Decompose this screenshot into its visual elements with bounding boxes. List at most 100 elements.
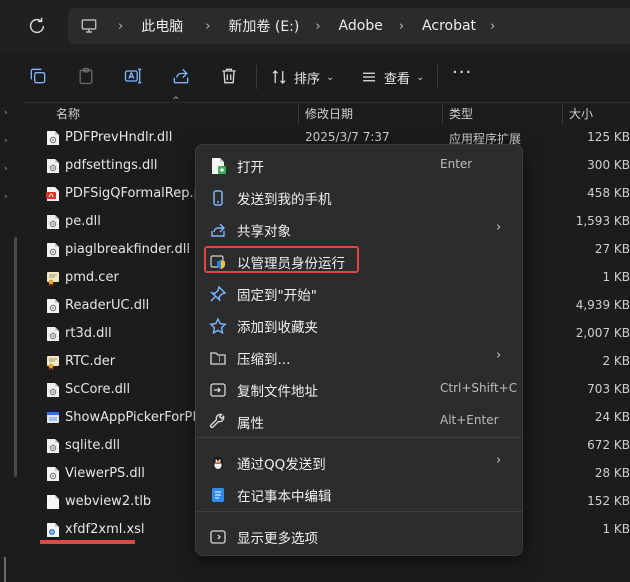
menu-item-label: 共享对象 bbox=[237, 224, 291, 240]
file-name: rt3d.dll bbox=[65, 326, 112, 341]
app-file-icon bbox=[46, 410, 60, 426]
menu-item-label: 添加到收藏夹 bbox=[237, 320, 318, 336]
dll-file-icon bbox=[46, 438, 60, 454]
dll-file-icon bbox=[46, 382, 60, 398]
address-bar[interactable]: › 此电脑 › 新加卷 (E:) › Adobe › Acrobat › bbox=[68, 8, 630, 44]
chevron-right-icon: › bbox=[496, 348, 502, 363]
menu-item-label: 固定到"开始" bbox=[237, 288, 317, 304]
star-icon bbox=[209, 317, 227, 335]
tlb-file-icon bbox=[46, 494, 60, 510]
column-date[interactable]: 修改日期 bbox=[305, 105, 353, 122]
menu-item-label: 通过QQ发送到 bbox=[237, 457, 326, 473]
file-name: RTC.der bbox=[65, 354, 116, 369]
view-button[interactable]: 查看 ⌄ bbox=[360, 66, 424, 88]
selection-underline-marker bbox=[40, 540, 135, 544]
refresh-icon[interactable] bbox=[26, 15, 48, 37]
column-divider[interactable] bbox=[442, 102, 443, 124]
menu-item-properties[interactable]: 属性 Alt+Enter bbox=[196, 405, 522, 437]
column-header: ^ 名称 修改日期 类型 大小 bbox=[22, 96, 630, 124]
toolbar-divider bbox=[256, 65, 257, 89]
chevron-right-icon[interactable]: › bbox=[4, 192, 8, 202]
chevron-right-icon[interactable]: › bbox=[315, 19, 320, 34]
rename-icon[interactable] bbox=[123, 66, 143, 86]
dll-file-icon bbox=[46, 326, 60, 342]
menu-item-shortcut: Ctrl+Shift+C bbox=[440, 381, 518, 395]
menu-item-shortcut: Enter bbox=[440, 157, 473, 171]
menu-item-label: 以管理员身份运行 bbox=[237, 256, 345, 272]
file-size: 27 KB bbox=[594, 242, 630, 256]
context-menu: 打开 Enter 发送到我的手机 共享对象 › 以管理员身份运行 固定到"开始" 添加到收藏夹… bbox=[195, 144, 523, 556]
chevron-right-icon[interactable]: › bbox=[205, 19, 210, 34]
share-icon bbox=[209, 221, 227, 239]
nav-selection-indicator bbox=[4, 557, 6, 582]
menu-item-pin-to-start[interactable]: 固定到"开始" bbox=[196, 277, 522, 309]
menu-separator bbox=[196, 511, 522, 512]
file-name: ReaderUC.dll bbox=[65, 298, 150, 313]
wrench-icon bbox=[209, 413, 227, 431]
more-options-button[interactable]: ··· bbox=[452, 62, 472, 83]
chevron-right-icon: › bbox=[496, 220, 502, 235]
file-size: 1,593 KB bbox=[575, 214, 630, 228]
navigation-pane: › › › › bbox=[0, 102, 22, 582]
column-name[interactable]: 名称 bbox=[56, 105, 80, 122]
dll-file-icon bbox=[46, 130, 60, 146]
column-type[interactable]: 类型 bbox=[449, 105, 473, 122]
copy-icon[interactable] bbox=[28, 66, 48, 86]
open-file-icon bbox=[209, 157, 227, 175]
paste-icon[interactable] bbox=[76, 66, 96, 86]
menu-item-add-to-favorites[interactable]: 添加到收藏夹 bbox=[196, 309, 522, 341]
file-name: xfdf2xml.xsl bbox=[65, 522, 145, 537]
dll-file-icon bbox=[46, 242, 60, 258]
menu-separator bbox=[196, 437, 522, 438]
menu-item-label: 打开 bbox=[237, 160, 264, 176]
menu-item-run-as-admin[interactable]: 以管理员身份运行 bbox=[196, 245, 522, 277]
pin-icon bbox=[209, 285, 227, 303]
sort-button[interactable]: 排序 ⌄ bbox=[270, 66, 334, 88]
file-size: 703 KB bbox=[587, 382, 630, 396]
sort-label: 排序 bbox=[294, 71, 321, 87]
certificate-file-icon bbox=[46, 354, 60, 371]
chevron-down-icon: ⌄ bbox=[416, 71, 425, 83]
chevron-right-icon[interactable]: › bbox=[4, 108, 8, 118]
breadcrumb-this-pc[interactable]: 此电脑 bbox=[141, 16, 183, 36]
menu-item-open[interactable]: 打开 Enter bbox=[196, 149, 522, 181]
menu-item-compress-to[interactable]: 压缩到... › bbox=[196, 341, 522, 373]
file-size: 458 KB bbox=[587, 186, 630, 200]
delete-icon[interactable] bbox=[219, 66, 239, 86]
menu-item-copy-as-path[interactable]: 复制文件地址 Ctrl+Shift+C bbox=[196, 373, 522, 405]
menu-item-send-via-qq[interactable]: 通过QQ发送到 › bbox=[196, 446, 522, 478]
phone-icon bbox=[209, 189, 227, 207]
qq-penguin-icon bbox=[209, 454, 227, 472]
view-list-icon bbox=[363, 72, 375, 82]
file-name: PDFSigQFormalRep.pdf bbox=[65, 186, 215, 201]
chevron-right-icon[interactable]: › bbox=[4, 164, 8, 174]
menu-item-show-more-options[interactable]: 显示更多选项 bbox=[196, 520, 522, 552]
column-size[interactable]: 大小 bbox=[569, 105, 593, 122]
sort-ascending-icon: ^ bbox=[172, 96, 180, 106]
column-divider[interactable] bbox=[562, 102, 563, 124]
zip-folder-icon bbox=[209, 349, 227, 367]
admin-shield-icon bbox=[209, 253, 227, 271]
share-icon[interactable] bbox=[171, 66, 191, 86]
breadcrumb-drive-e[interactable]: 新加卷 (E:) bbox=[228, 16, 299, 36]
file-size: 1 KB bbox=[602, 522, 630, 536]
copy-path-icon bbox=[209, 381, 227, 399]
nav-scrollbar[interactable] bbox=[14, 237, 17, 477]
column-divider[interactable] bbox=[298, 102, 299, 124]
breadcrumb-acrobat[interactable]: Acrobat bbox=[422, 18, 476, 34]
menu-item-edit-in-notepad[interactable]: 在记事本中编辑 bbox=[196, 478, 522, 510]
chevron-right-icon[interactable]: › bbox=[118, 19, 123, 34]
view-label: 查看 bbox=[384, 71, 411, 87]
menu-item-label: 在记事本中编辑 bbox=[237, 489, 332, 505]
menu-item-send-to-phone[interactable]: 发送到我的手机 bbox=[196, 181, 522, 213]
menu-item-label: 发送到我的手机 bbox=[237, 192, 332, 208]
notepad-icon bbox=[209, 486, 227, 504]
file-size: 24 KB bbox=[594, 410, 630, 424]
chevron-right-icon[interactable]: › bbox=[399, 19, 404, 34]
address-bar-region: › 此电脑 › 新加卷 (E:) › Adobe › Acrobat › bbox=[0, 0, 630, 52]
menu-item-share[interactable]: 共享对象 › bbox=[196, 213, 522, 245]
chevron-right-icon[interactable]: › bbox=[490, 19, 495, 34]
breadcrumb-adobe[interactable]: Adobe bbox=[339, 18, 383, 34]
chevron-right-icon[interactable]: › bbox=[4, 136, 8, 146]
file-size: 2,007 KB bbox=[575, 326, 630, 340]
